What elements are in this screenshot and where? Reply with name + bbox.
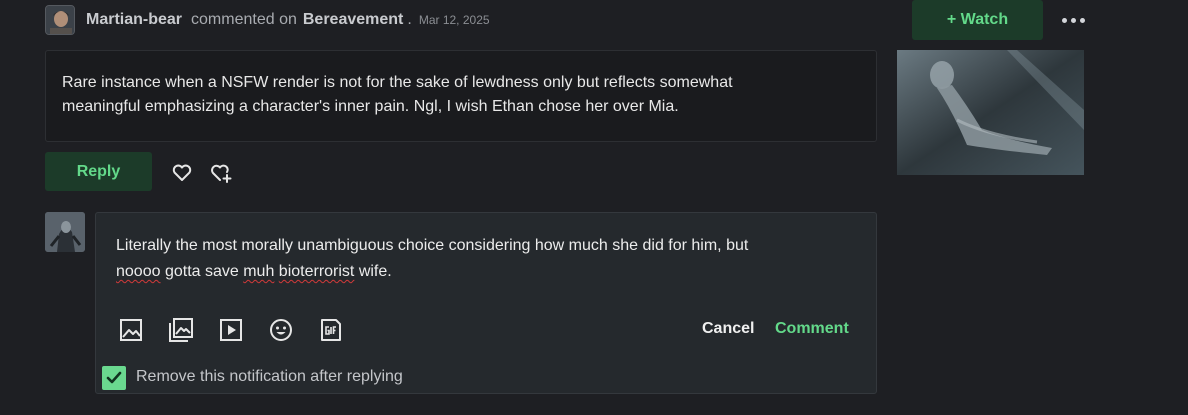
emoji-icon[interactable]: [268, 317, 294, 343]
more-horizontal-icon[interactable]: [1058, 8, 1088, 32]
misspelled-word: bioterrorist: [278, 263, 355, 280]
favorite-add-icon[interactable]: [211, 162, 233, 184]
video-icon[interactable]: [218, 317, 244, 343]
reply-text-fragment: gotta save: [160, 263, 244, 280]
comment-body: Rare instance when a NSFW render is not …: [45, 50, 877, 142]
reply-text-fragment: wife.: [354, 263, 392, 280]
watch-button[interactable]: + Watch: [912, 0, 1043, 40]
avatar[interactable]: [45, 212, 85, 252]
gif-icon[interactable]: [318, 317, 344, 343]
cancel-button[interactable]: Cancel: [702, 320, 754, 338]
misspelled-word: muh: [243, 263, 275, 280]
heart-icon[interactable]: [171, 162, 193, 184]
reply-text-line: noooo gotta save muh bioterrorist wife.: [116, 259, 856, 285]
comment-text-line: meaningful emphasizing a character's inn…: [62, 98, 679, 115]
post-title-link[interactable]: Bereavement: [303, 11, 404, 29]
comment-action-text: commented on: [191, 11, 297, 28]
reply-button[interactable]: Reply: [45, 152, 152, 191]
reply-text-line: Literally the most morally unambiguous c…: [116, 237, 749, 254]
comment-header: Martian-bear commented on Bereavement . …: [45, 5, 490, 35]
post-thumbnail[interactable]: [897, 50, 1084, 175]
comment-text-line: Rare instance when a NSFW render is not …: [62, 74, 733, 91]
reply-textarea[interactable]: Literally the most morally unambiguous c…: [116, 233, 856, 285]
remove-notification-label: Remove this notification after replying: [136, 368, 403, 385]
remove-notification-checkbox[interactable]: [102, 366, 126, 390]
avatar[interactable]: [45, 5, 75, 35]
gallery-icon[interactable]: [168, 317, 194, 343]
separator: .: [407, 11, 412, 28]
image-icon[interactable]: [118, 317, 144, 343]
comment-submit-button[interactable]: Comment: [775, 320, 849, 338]
username-link[interactable]: Martian-bear: [86, 11, 182, 29]
comment-date: Mar 12, 2025: [418, 13, 490, 27]
checkmark-icon: [106, 371, 122, 384]
misspelled-word: noooo: [116, 263, 161, 280]
